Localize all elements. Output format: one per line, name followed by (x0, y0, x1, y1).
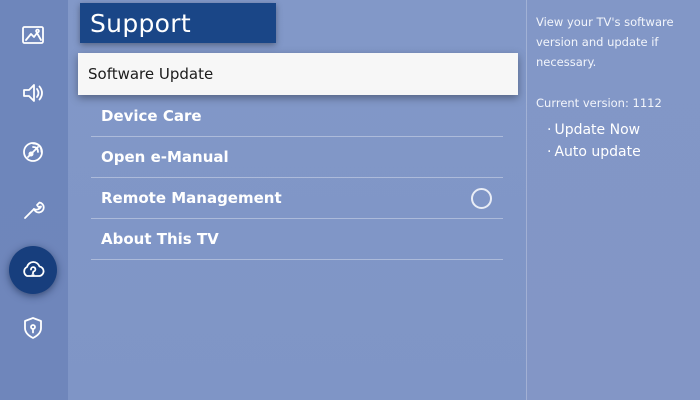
shield-icon (24, 317, 42, 339)
category-rail (0, 0, 68, 400)
sound-icon (23, 84, 43, 102)
menu-item-software-update[interactable]: Software Update (78, 53, 518, 95)
menu-title-tab: Support (80, 3, 276, 43)
rail-item-support[interactable] (9, 246, 57, 294)
menu-item-label: Remote Management (101, 189, 282, 207)
rail-item-sound[interactable] (9, 69, 57, 117)
focused-item-label: Software Update (88, 65, 214, 83)
info-option-update-now: · Update Now (547, 122, 640, 138)
picture-icon (22, 26, 44, 44)
menu-item-open-e-manual[interactable]: Open e-Manual (91, 137, 503, 178)
current-version-text: Current version: 1112 (536, 96, 662, 110)
info-option-label: Update Now (554, 122, 641, 138)
tv-settings-screen: Support Device Care Open e-Manual Remote… (0, 0, 700, 400)
info-panel: View your TV's software version and upda… (526, 0, 700, 400)
menu-item-label: About This TV (101, 230, 219, 248)
info-option-label: Auto update (554, 144, 641, 160)
menu-item-remote-management[interactable]: Remote Management (91, 178, 503, 219)
rail-item-privacy[interactable] (9, 304, 57, 352)
rail-item-general[interactable] (9, 186, 57, 234)
info-description: View your TV's software version and upda… (536, 15, 674, 69)
bullet-dot: · (547, 122, 552, 138)
menu-item-about-this-tv[interactable]: About This TV (91, 219, 503, 260)
menu-item-label: Open e-Manual (101, 148, 229, 166)
menu-item-device-care[interactable]: Device Care (91, 96, 503, 137)
bullet-dot: · (547, 144, 552, 160)
remote-management-toggle[interactable] (471, 188, 492, 209)
page-title: Support (90, 8, 191, 38)
support-cloud-icon (23, 261, 45, 277)
menu-item-label: Device Care (101, 107, 202, 125)
rail-item-broadcasting[interactable] (9, 128, 57, 176)
rail-item-picture[interactable] (9, 11, 57, 59)
broadcasting-icon (23, 142, 43, 162)
wrench-icon (24, 201, 45, 219)
info-option-auto-update: · Auto update (547, 144, 641, 160)
